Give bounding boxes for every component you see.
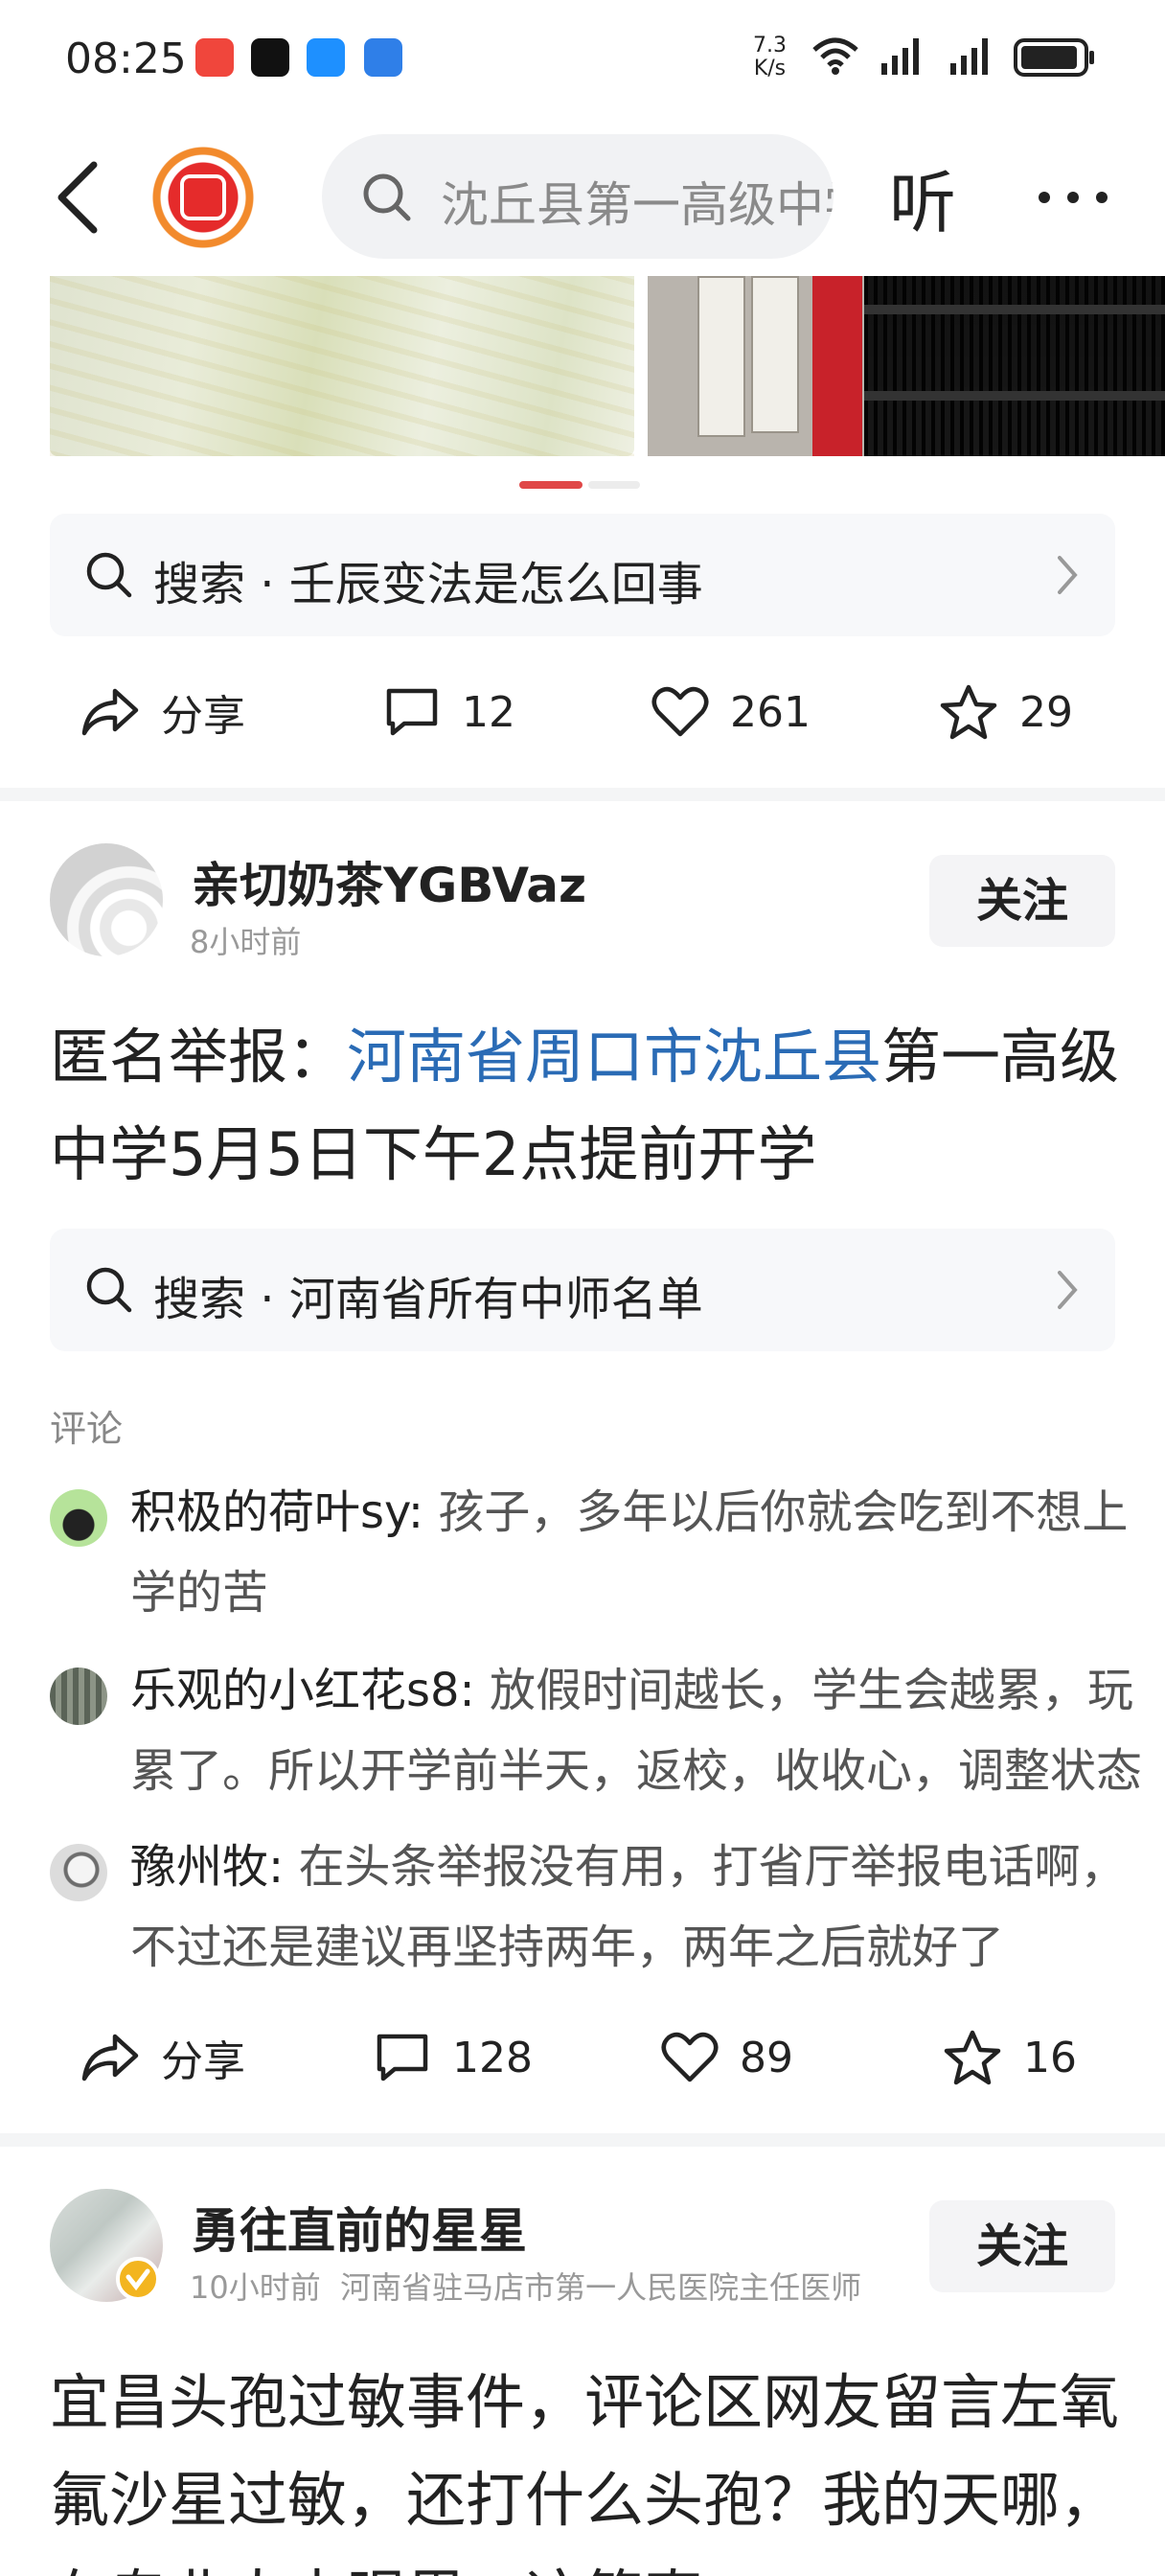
favorite-button[interactable]: 29 — [939, 659, 1073, 765]
gate-bar — [864, 305, 1165, 314]
author-name[interactable]: 勇往直前的星星 — [192, 2193, 527, 2262]
commenter-name: 豫州牧: — [130, 1840, 285, 1894]
comment-body: 豫州牧: 在头条举报没有用，打省厅举报电话啊，不过还是建议再坚持两年，两年之后就… — [130, 1827, 1165, 1988]
comment-icon — [386, 688, 438, 736]
commenter-avatar — [50, 1844, 107, 1901]
like-button[interactable]: 261 — [651, 659, 811, 765]
heart-icon — [651, 686, 709, 737]
comment-button[interactable]: 12 — [383, 659, 515, 765]
suggestion-text: 搜索 · 河南省所有中师名单 — [153, 1273, 703, 1326]
comments-heading: 评论 — [50, 1408, 124, 1450]
comment-body: 乐观的小红花s8: 放假时间越长，学生会越累，玩累了。所以开学前半天，返校，收收… — [130, 1650, 1165, 1811]
back-button[interactable] — [48, 159, 115, 236]
gate-post — [812, 276, 862, 456]
star-icon — [944, 2030, 1001, 2085]
carousel-dot-active — [519, 481, 582, 489]
network-speed-value: 7.3 — [753, 34, 787, 58]
headline-location-link[interactable]: 河南省周口市沈丘县 — [347, 1022, 881, 1092]
share-label: 分享 — [161, 2037, 245, 2086]
app-logo-mark — [180, 174, 226, 220]
post-time: 8小时前 — [190, 924, 302, 960]
author-description: 河南省驻马店市第一人民医院主任医师 — [340, 2269, 862, 2306]
chevron-right-icon — [1058, 556, 1078, 594]
post-image-carousel[interactable] — [0, 276, 1165, 458]
gate-bar — [864, 391, 1165, 401]
battery-icon — [1014, 38, 1094, 77]
post-meta: 10小时前 河南省驻马店市第一人民医院主任医师 — [190, 2264, 879, 2308]
notification-app-icon-3 — [307, 38, 345, 77]
author-avatar[interactable] — [50, 843, 163, 956]
comment-body: 积极的荷叶sy: 孩子，多年以后你就会吃到不想上学的苦 — [130, 1472, 1165, 1633]
search-input[interactable]: 沈丘县第一高级中学 — [322, 134, 834, 259]
related-search-suggestion[interactable]: 搜索 · 壬辰变法是怎么回事 — [50, 514, 1115, 636]
chevron-right-icon — [1058, 1271, 1078, 1309]
share-icon — [81, 688, 139, 736]
comment-count: 128 — [452, 2033, 533, 2082]
favorite-button[interactable]: 16 — [943, 2005, 1077, 2110]
share-button[interactable]: 分享 — [80, 2005, 245, 2110]
notification-app-icon-1 — [195, 38, 234, 77]
sign-board-left — [697, 276, 745, 437]
post-image-painting[interactable] — [50, 276, 634, 456]
heart-icon — [661, 2032, 719, 2082]
follow-button[interactable]: 关注 — [929, 855, 1115, 947]
favorite-count: 16 — [1023, 2033, 1077, 2082]
verified-badge-icon — [116, 2257, 160, 2301]
search-icon — [86, 552, 132, 598]
like-count: 261 — [730, 687, 811, 737]
notification-app-icon-4 — [364, 38, 402, 77]
comment-item[interactable]: 豫州牧: 在头条举报没有用，打省厅举报电话啊，不过还是建议再坚持两年，两年之后就… — [50, 1827, 1126, 1990]
suggestion-text: 搜索 · 壬辰变法是怎么回事 — [153, 558, 703, 611]
star-icon — [940, 684, 997, 740]
post-headline[interactable]: 宜昌头孢过敏事件，评论区网友留言左氧氟沙星过敏，还打什么头孢？我的天哪，在专业人… — [50, 2354, 1123, 2576]
related-search-suggestion[interactable]: 搜索 · 河南省所有中师名单 — [50, 1229, 1115, 1351]
share-icon — [81, 2034, 139, 2082]
status-time: 08:25 — [65, 34, 187, 83]
commenter-name: 乐观的小红花s8: — [130, 1664, 475, 1717]
post-image-school-gate[interactable] — [648, 276, 1165, 456]
feed-divider — [0, 788, 1165, 801]
signal-icon-1 — [881, 38, 919, 75]
headline-prefix: 匿名举报： — [50, 1022, 348, 1092]
carousel-dot — [588, 481, 640, 489]
share-button[interactable]: 分享 — [80, 659, 245, 765]
like-count: 89 — [740, 2033, 793, 2082]
app-logo[interactable] — [148, 142, 259, 253]
search-icon — [363, 173, 411, 221]
wifi-icon — [812, 37, 858, 75]
feed-divider — [0, 2133, 1165, 2147]
follow-button[interactable]: 关注 — [929, 2200, 1115, 2292]
listen-button[interactable]: 听 — [889, 150, 956, 246]
favorite-count: 29 — [1019, 687, 1073, 737]
notification-app-icon-2 — [251, 38, 289, 77]
more-menu-icon[interactable] — [1035, 178, 1111, 217]
comment-item[interactable]: 积极的荷叶sy: 孩子，多年以后你就会吃到不想上学的苦 — [50, 1472, 1128, 1635]
commenter-avatar — [50, 1489, 107, 1547]
network-speed: 7.3 K/s — [753, 34, 787, 80]
search-query-text: 沈丘县第一高级中学 — [441, 177, 834, 233]
post-action-bar: 分享 128 89 16 — [0, 2005, 1165, 2110]
comment-count: 12 — [462, 687, 515, 737]
comment-icon — [377, 2034, 428, 2082]
commenter-name: 积极的荷叶sy: — [130, 1485, 424, 1539]
post-headline[interactable]: 匿名举报：河南省周口市沈丘县第一高级中学5月5日下午2点提前开学 — [50, 1008, 1123, 1204]
signal-icon-2 — [950, 38, 988, 75]
post-time: 10小时前 — [190, 2269, 321, 2306]
top-navigation-bar: 沈丘县第一高级中学 听 — [0, 121, 1165, 274]
commenter-avatar — [50, 1668, 107, 1725]
like-button[interactable]: 89 — [661, 2005, 793, 2110]
comment-item[interactable]: 乐观的小红花s8: 放假时间越长，学生会越累，玩累了。所以开学前半天，返校，收收… — [50, 1650, 1142, 1813]
share-label: 分享 — [161, 692, 245, 741]
search-icon — [86, 1267, 132, 1313]
comment-button[interactable]: 128 — [374, 2005, 533, 2110]
iron-gate — [864, 276, 1165, 456]
status-bar: 08:25 7.3 K/s — [0, 0, 1165, 121]
network-speed-unit: K/s — [753, 57, 787, 80]
post-action-bar: 分享 12 261 29 — [0, 659, 1165, 765]
author-name[interactable]: 亲切奶茶YGBVaz — [192, 847, 586, 916]
sign-board-right — [751, 276, 799, 433]
